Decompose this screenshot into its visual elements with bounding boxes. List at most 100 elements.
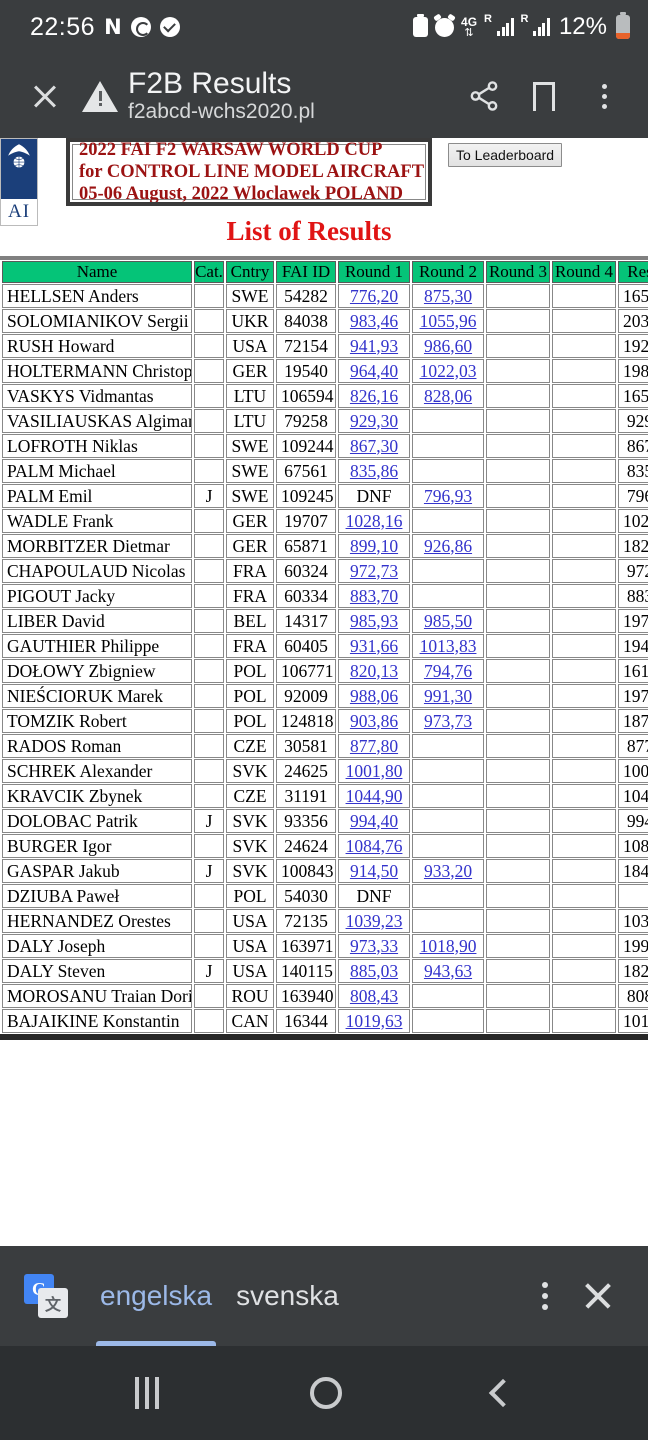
cell-round-2[interactable]: 926,86 [412,534,484,558]
cell-round-1[interactable]: 1039,23 [338,909,410,933]
cell-round-1-link[interactable]: 983,46 [350,311,398,331]
cell-round-2[interactable]: 1022,03 [412,359,484,383]
cell-round-1-link[interactable]: 914,50 [350,861,398,881]
cell-round-1-link[interactable]: 941,93 [350,336,398,356]
cell-round-1[interactable]: 903,86 [338,709,410,733]
source-language-tab[interactable]: engelska [88,1246,224,1346]
cell-round-1-link[interactable]: 985,93 [350,611,398,631]
cell-round-2[interactable]: 796,93 [412,484,484,508]
cell-round-1-link[interactable]: 903,86 [350,711,398,731]
cell-round-1-link[interactable]: 1028,16 [346,511,403,531]
cell-round-1[interactable]: 1044,90 [338,784,410,808]
cell-round-2-link[interactable]: 875,30 [424,286,472,306]
cell-round-1-link[interactable]: 964,40 [350,361,398,381]
cell-round-2-link[interactable]: 1055,96 [420,311,477,331]
cell-round-1[interactable]: 973,33 [338,934,410,958]
cell-round-1[interactable]: 914,50 [338,859,410,883]
target-language-tab[interactable]: svenska [224,1246,351,1346]
overflow-menu-button[interactable] [576,68,632,124]
cell-round-1-link[interactable]: 1001,80 [346,761,403,781]
cell-round-1[interactable]: 1084,76 [338,834,410,858]
cell-round-1-link[interactable]: 899,10 [350,536,398,556]
home-icon[interactable] [309,1377,342,1409]
cell-round-1-link[interactable]: 826,16 [350,386,398,406]
translate-close-icon[interactable] [582,1280,614,1312]
cell-round-1-link[interactable]: 1039,23 [346,911,403,931]
cell-round-1[interactable]: 985,93 [338,609,410,633]
cell-round-1[interactable]: 1001,80 [338,759,410,783]
cell-round-1[interactable]: 820,13 [338,659,410,683]
cell-round-2[interactable]: 991,30 [412,684,484,708]
share-button[interactable] [456,68,512,124]
cell-round-2[interactable]: 875,30 [412,284,484,308]
cell-round-2[interactable]: 1055,96 [412,309,484,333]
bookmark-button[interactable] [516,68,572,124]
cell-round-2[interactable]: 1018,90 [412,934,484,958]
cell-round-1[interactable]: 877,80 [338,734,410,758]
recent-apps-icon[interactable] [135,1377,160,1409]
cell-round-1[interactable]: 808,43 [338,984,410,1008]
cell-round-2[interactable]: 985,50 [412,609,484,633]
cell-round-1[interactable]: 1028,16 [338,509,410,533]
cell-round-1-link[interactable]: 931,66 [350,636,398,656]
translate-overflow-menu-icon[interactable] [542,1282,548,1310]
cell-round-1[interactable]: 994,40 [338,809,410,833]
cell-round-1[interactable]: 964,40 [338,359,410,383]
cell-round-2-link[interactable]: 1018,90 [420,936,477,956]
cell-round-1[interactable]: 835,86 [338,459,410,483]
cell-round-1-link[interactable]: 835,86 [350,461,398,481]
page-identity[interactable]: F2B Results f2abcd-wchs2020.pl [128,68,456,124]
cell-round-2-link[interactable]: 794,76 [424,661,472,681]
cell-round-2-link[interactable]: 973,73 [424,711,472,731]
cell-round-1-link[interactable]: 994,40 [350,811,398,831]
cell-round-2[interactable]: 973,73 [412,709,484,733]
cell-round-1[interactable]: 867,30 [338,434,410,458]
cell-round-1[interactable]: 941,93 [338,334,410,358]
cell-round-1-link[interactable]: 1044,90 [346,786,403,806]
cell-round-2[interactable]: 1013,83 [412,634,484,658]
cell-round-1-link[interactable]: 776,20 [350,286,398,306]
cell-round-1-link[interactable]: 1084,76 [346,836,403,856]
cell-round-1-link[interactable]: 808,43 [350,986,398,1006]
cell-round-1[interactable]: 931,66 [338,634,410,658]
cell-round-1[interactable]: 883,70 [338,584,410,608]
cell-round-1[interactable]: 972,73 [338,559,410,583]
cell-round-1-link[interactable]: 988,06 [350,686,398,706]
cell-round-2-link[interactable]: 985,50 [424,611,472,631]
cell-round-1-link[interactable]: 973,33 [350,936,398,956]
cell-round-1[interactable]: 776,20 [338,284,410,308]
cell-round-2-link[interactable]: 986,60 [424,336,472,356]
cell-round-2-link[interactable]: 1013,83 [420,636,477,656]
cell-round-2-link[interactable]: 1022,03 [420,361,477,381]
cell-round-2-link[interactable]: 933,20 [424,861,472,881]
cell-round-1[interactable]: 899,10 [338,534,410,558]
cell-round-1[interactable]: 826,16 [338,384,410,408]
to-leaderboard-button[interactable]: To Leaderboard [448,143,563,167]
cell-round-1-link[interactable]: 820,13 [350,661,398,681]
cell-round-1[interactable]: 1019,63 [338,1009,410,1033]
cell-round-1-link[interactable]: 1019,63 [346,1011,403,1031]
cell-round-1-link[interactable]: 883,70 [350,586,398,606]
cell-round-2[interactable]: 943,63 [412,959,484,983]
cell-round-1[interactable]: 885,03 [338,959,410,983]
cell-round-1-link[interactable]: 877,80 [350,736,398,756]
cell-round-2[interactable]: 986,60 [412,334,484,358]
cell-round-1[interactable]: 929,30 [338,409,410,433]
cell-round-2-link[interactable]: 828,06 [424,386,472,406]
cell-round-1-link[interactable]: 885,03 [350,961,398,981]
cell-round-2-link[interactable]: 943,63 [424,961,472,981]
close-tab-button[interactable] [22,82,68,110]
cell-round-1-link[interactable]: 972,73 [350,561,398,581]
cell-round-1[interactable]: 988,06 [338,684,410,708]
cell-round-2[interactable]: 828,06 [412,384,484,408]
cell-round-2-link[interactable]: 926,86 [424,536,472,556]
cell-round-2[interactable]: 933,20 [412,859,484,883]
cell-round-1-link[interactable]: 929,30 [350,411,398,431]
cell-round-2-link[interactable]: 991,30 [424,686,472,706]
cell-round-2-link[interactable]: 796,93 [424,486,472,506]
back-icon[interactable] [488,1378,517,1408]
security-warning-icon[interactable] [82,80,118,112]
cell-round-1[interactable]: 983,46 [338,309,410,333]
cell-round-1-link[interactable]: 867,30 [350,436,398,456]
cell-round-2[interactable]: 794,76 [412,659,484,683]
